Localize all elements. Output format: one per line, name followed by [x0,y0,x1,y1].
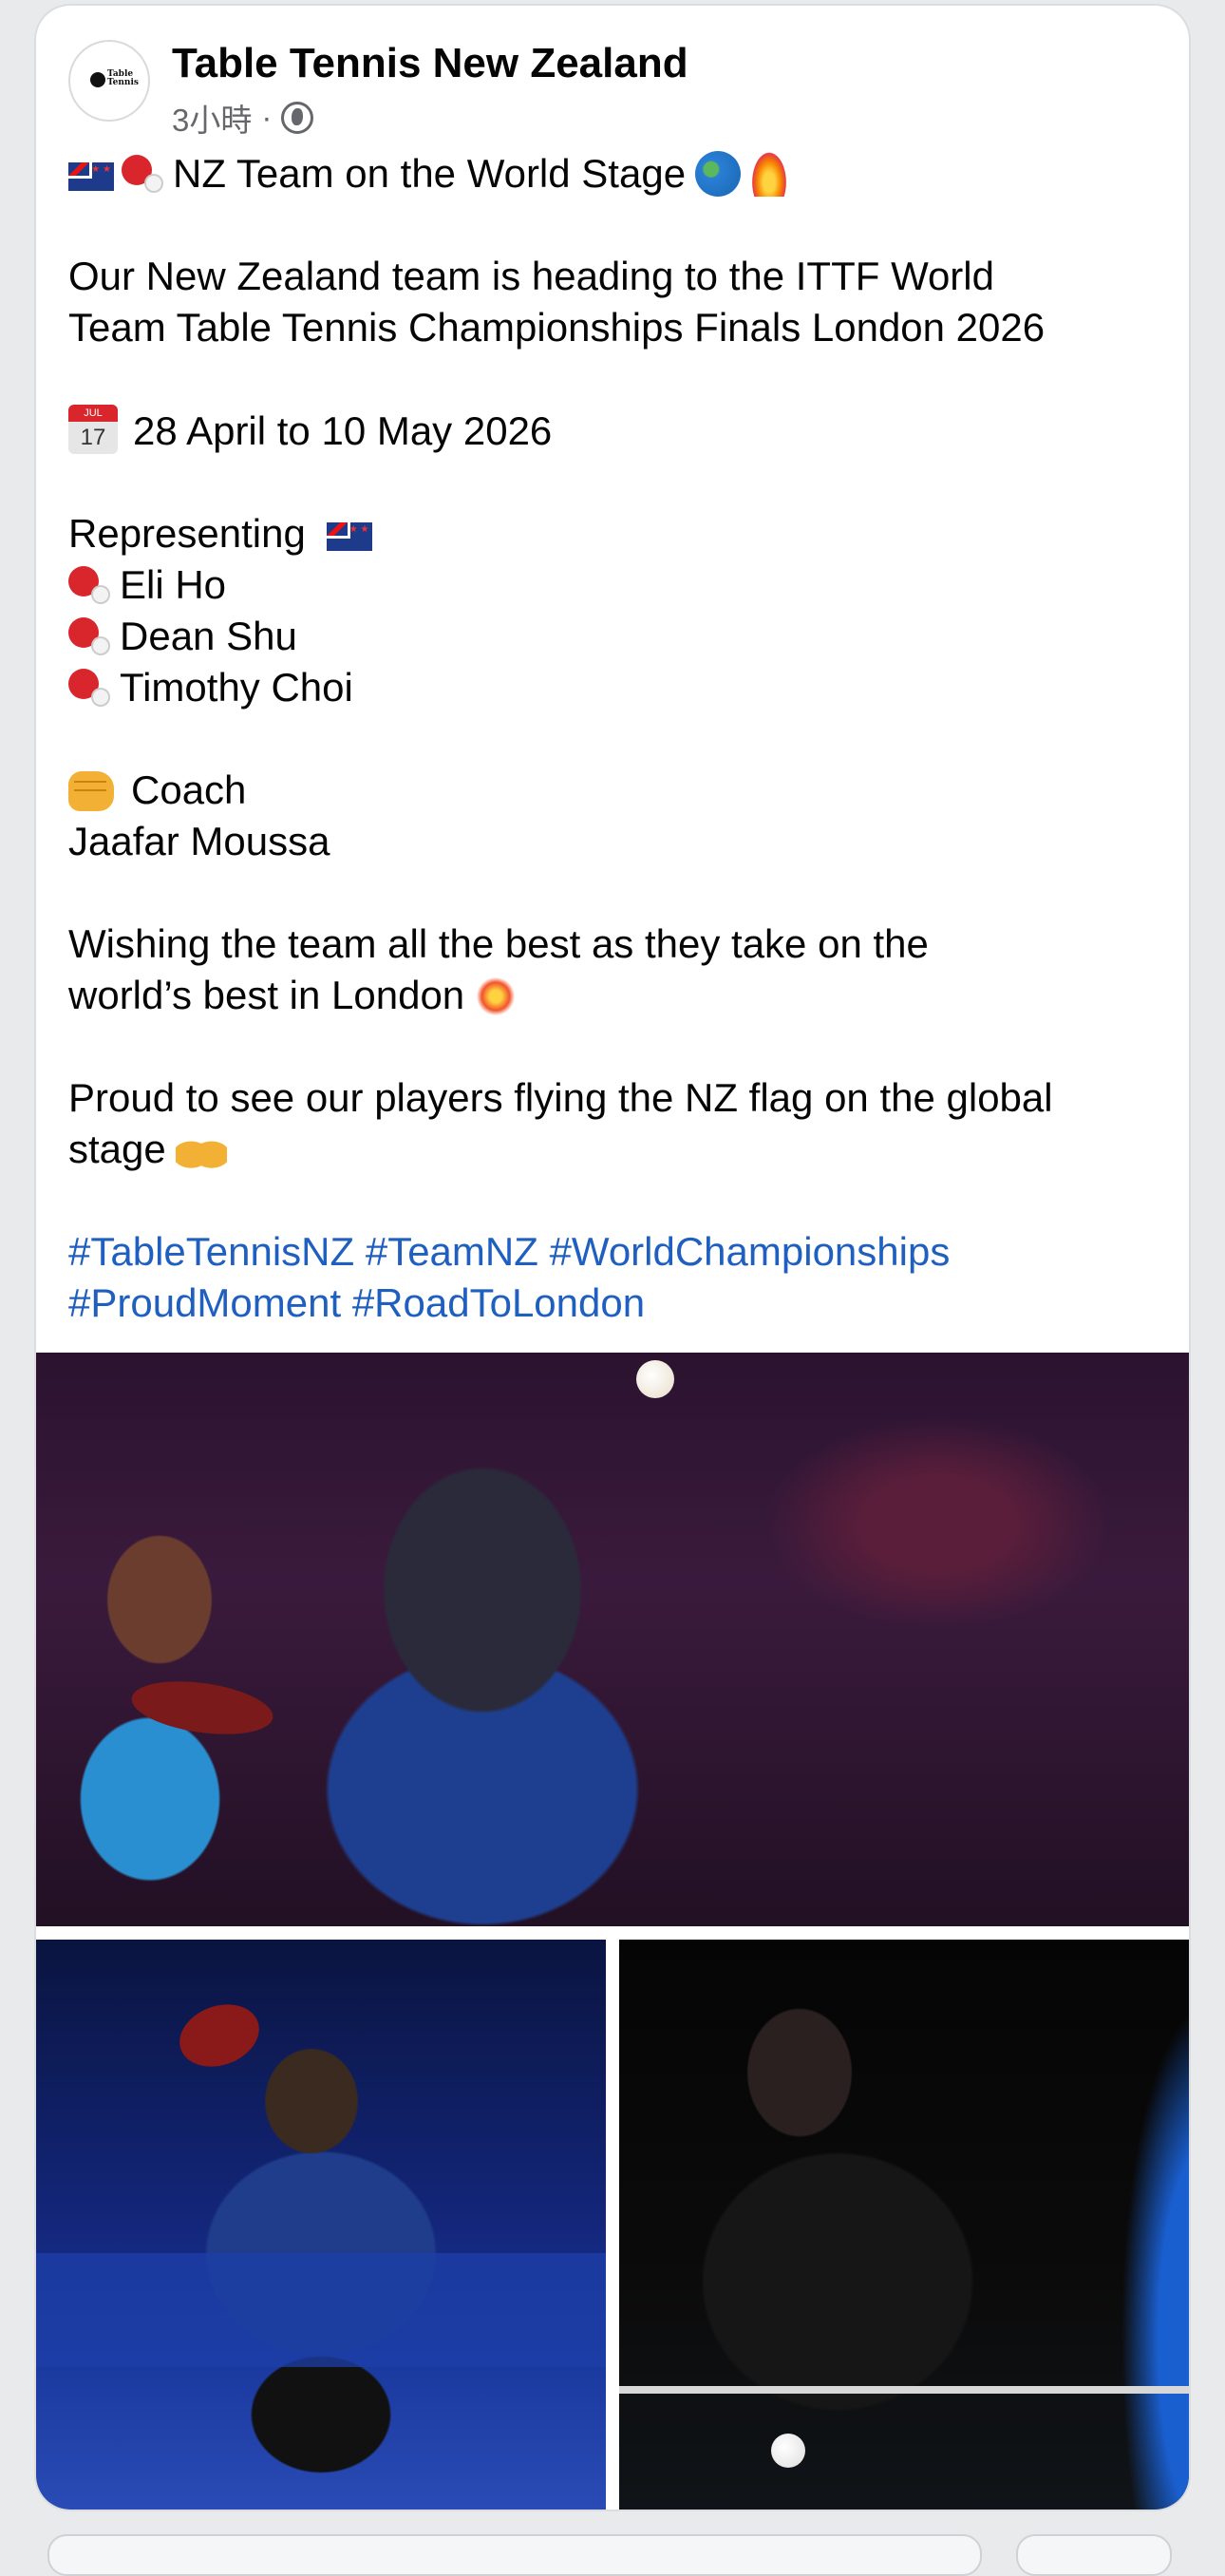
dates-text: 28 April to 10 May 2026 [133,408,553,453]
coach-label: Coach [131,767,247,812]
ping-pong-paddle-icon [68,566,108,604]
share-button-hint[interactable] [1016,2534,1172,2576]
arena-banner [36,2253,606,2367]
calendar-day: 17 [80,425,106,450]
comment-input-hint[interactable] [47,2534,982,2576]
post-header: Table Tennis Table Tennis New Zealand 3小… [36,6,1189,138]
hashtags-line-1: #TableTennisNZ #TeamNZ #WorldChampionshi… [68,1226,1170,1278]
page-avatar[interactable]: Table Tennis [68,40,150,122]
ping-pong-ball [771,2434,805,2468]
post-photo-left[interactable] [36,1940,606,2510]
wishing-text: world’s best in London [68,973,465,1017]
headline-text: NZ Team on the World Stage [173,151,687,196]
page-name-link[interactable]: Table Tennis New Zealand [172,40,688,87]
player-line: Eli Ho [68,559,1170,611]
player-name: Dean Shu [120,614,297,658]
dates-line: JUL 17 28 April to 10 May 2026 [68,405,1170,457]
player-name: Eli Ho [120,562,227,607]
intro-line-2: Team Table Tennis Championships Finals L… [68,305,1046,350]
post-card: Table Tennis Table Tennis New Zealand 3小… [36,6,1189,2510]
player-line: Dean Shu [68,611,1170,662]
post-body: NZ Team on the World Stage Our New Zeala… [68,148,1170,1329]
table-tennis-logo-icon: Table Tennis [88,66,139,95]
nz-flag-icon [68,162,114,191]
raising-hands-icon [175,1128,227,1172]
hashtag-link[interactable]: #TeamNZ [366,1229,538,1274]
headline-line: NZ Team on the World Stage [68,148,1170,199]
representing-line: Representing [68,508,1170,559]
post-photo-right[interactable] [619,1940,1189,2510]
ping-pong-paddle-icon [122,155,161,193]
player-line: Timothy Choi [68,662,1170,713]
proud-line-1: Proud to see our players flying the NZ f… [68,1075,1053,1120]
ping-pong-paddle-icon [68,669,108,707]
hashtag-link[interactable]: #RoadToLondon [352,1280,645,1325]
racket [128,1673,276,1743]
globe-icon[interactable] [281,102,314,134]
hashtags-line-2: #ProudMoment #RoadToLondon [68,1278,1170,1329]
post-meta: 3小時 · [172,95,314,141]
hashtag-link[interactable]: #ProudMoment [68,1280,341,1325]
calendar-icon: JUL 17 [68,405,118,454]
intro-line-1: Our New Zealand team is heading to the I… [68,254,994,298]
table-net [619,2386,1189,2394]
player-name: Timothy Choi [120,665,353,710]
racket [170,1994,269,2077]
coach-name: Jaafar Moussa [68,819,330,863]
globe-showing-emoji-icon [695,151,742,197]
hashtag-link[interactable]: #TableTennisNZ [68,1229,354,1274]
post-photo-main[interactable] [36,1353,1189,1926]
proud-line-2: stage [68,1124,1170,1175]
ping-pong-paddle-icon [68,617,108,655]
post-timestamp[interactable]: 3小時 [172,95,252,141]
calendar-month: JUL [68,405,118,422]
representing-label: Representing [68,511,306,556]
logo-text: Table Tennis [107,69,139,87]
collision-icon [474,975,518,1018]
oncoming-fist-icon [68,771,114,811]
hashtag-link[interactable]: #WorldChampionships [550,1229,951,1274]
nz-flag-icon [326,522,372,551]
fire-icon [750,149,789,197]
wishing-line-1: Wishing the team all the best as they ta… [68,921,929,966]
proud-text: stage [68,1127,166,1171]
meta-separator: · [261,100,273,135]
ping-pong-ball [636,1360,674,1398]
coach-line: Coach [68,765,1170,816]
logo-paddle-mark [90,72,105,87]
wishing-line-2: world’s best in London [68,970,1170,1021]
